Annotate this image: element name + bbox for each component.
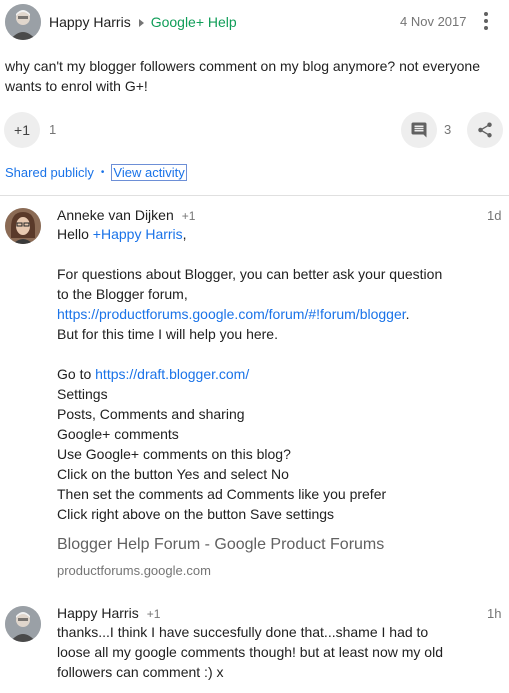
view-activity-link[interactable]: View activity: [111, 163, 187, 181]
blogger-link[interactable]: https://draft.blogger.com/: [95, 366, 249, 382]
comment-line: Settings: [57, 386, 108, 402]
comment-body: Hello +Happy Harris, For questions about…: [57, 224, 507, 524]
comment-line: https://productforums.google.com/forum/#…: [57, 304, 507, 324]
post-author-avatar[interactable]: [5, 4, 41, 40]
commenter-name[interactable]: Happy Harris: [57, 605, 139, 621]
comment-line: Use Google+ comments on this blog?: [57, 446, 291, 462]
separator-dot: •: [100, 166, 105, 178]
comment-line: Then set the comments ad Comments like y…: [57, 486, 387, 502]
comment-count: 3: [444, 122, 452, 137]
link-preview-title[interactable]: Blogger Help Forum - Google Product Foru…: [57, 536, 384, 554]
person-photo: [5, 208, 41, 244]
comment-line: But for this time I will help you here.: [57, 326, 278, 342]
post-text-line: wants to enrol with G+!: [5, 78, 148, 94]
share-button[interactable]: [467, 112, 503, 148]
comment-line: Google+ comments: [57, 426, 179, 442]
person-photo: [5, 4, 41, 40]
comment-line: loose all my google comments though! but…: [57, 644, 443, 660]
comment-plus-one[interactable]: +1: [147, 607, 161, 621]
comment-header: Happy Harris +1: [57, 605, 160, 621]
chevron-right-icon: [138, 14, 144, 30]
shared-publicly-link[interactable]: Shared publicly: [5, 165, 94, 180]
link-preview-domain[interactable]: productforums.google.com: [57, 563, 211, 578]
forum-link[interactable]: https://productforums.google.com/forum/#…: [57, 306, 406, 322]
post-header: Happy Harris Google+ Help: [49, 12, 237, 32]
comment-plus-one[interactable]: +1: [182, 209, 196, 223]
overflow-menu-icon[interactable]: [480, 11, 492, 31]
comment-line: Click on the button Yes and select No: [57, 466, 289, 482]
comment-text: .: [405, 306, 410, 322]
comment-icon: [411, 122, 427, 138]
post-text-line: why can't my blogger followers comment o…: [5, 58, 481, 74]
comment-header: Anneke van Dijken +1: [57, 207, 195, 223]
post-text: why can't my blogger followers comment o…: [5, 56, 505, 96]
comment-time[interactable]: 1h: [487, 606, 501, 621]
comment-text: Go to: [57, 366, 96, 382]
commenter-avatar[interactable]: [5, 208, 41, 244]
comment-button[interactable]: [401, 112, 437, 148]
comment-line: Hello +Happy Harris,: [57, 224, 507, 244]
comment-body: thanks...I think I have succesfully done…: [57, 622, 507, 682]
comment-text: ,: [182, 226, 187, 242]
comment-text: Hello: [57, 226, 93, 242]
post-date[interactable]: 4 Nov 2017: [400, 14, 467, 29]
plus-one-label: +1: [14, 122, 30, 138]
comment-line: Click right above on the button Save set…: [57, 506, 335, 522]
comment-line: followers can comment :) x: [57, 664, 224, 680]
shared-row: Shared publicly • View activity: [5, 163, 187, 181]
commenter-avatar[interactable]: [5, 606, 41, 642]
person-photo: [5, 606, 41, 642]
comment-time[interactable]: 1d: [487, 208, 501, 223]
comment-line: Go to https://draft.blogger.com/: [57, 364, 507, 384]
plus-one-count: 1: [49, 122, 57, 137]
community-link[interactable]: Google+ Help: [151, 14, 237, 30]
post-author-name[interactable]: Happy Harris: [49, 14, 131, 30]
plus-one-button[interactable]: +1: [4, 112, 40, 148]
share-icon: [478, 122, 492, 138]
mention-link[interactable]: +Happy Harris: [93, 226, 183, 242]
comment-line: Posts, Comments and sharing: [57, 406, 245, 422]
comment-line: For questions about Blogger, you can bet…: [57, 266, 443, 282]
comment-line: to the Blogger forum,: [57, 286, 188, 302]
comment-line: thanks...I think I have succesfully done…: [57, 624, 429, 640]
divider: [0, 195, 509, 196]
commenter-name[interactable]: Anneke van Dijken: [57, 207, 174, 223]
